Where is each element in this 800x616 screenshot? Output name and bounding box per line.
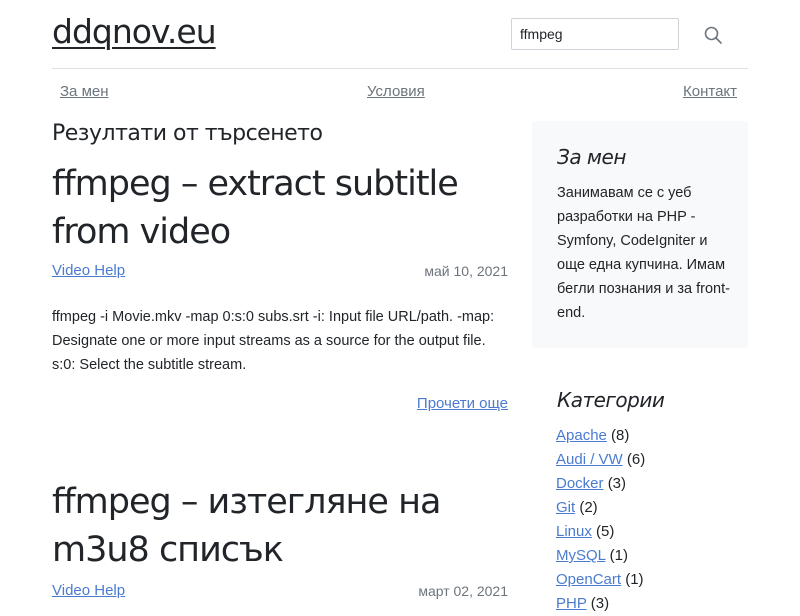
- category-link-docker[interactable]: Docker: [556, 475, 604, 492]
- search-button[interactable]: [696, 18, 730, 52]
- post-title-1[interactable]: ffmpeg – extract subtitle from video: [52, 160, 508, 256]
- post-category-link-2[interactable]: Video Help: [52, 582, 125, 599]
- category-count: (8): [611, 427, 630, 444]
- site-title-link[interactable]: ddqnov.eu: [52, 12, 217, 51]
- category-item: Linux (5): [556, 520, 645, 544]
- category-item: PHP (3): [556, 592, 645, 616]
- nav-link-about[interactable]: За мен: [60, 83, 109, 100]
- category-item: Docker (3): [556, 472, 645, 496]
- category-link-mysql[interactable]: MySQL: [556, 547, 605, 564]
- about-text: Занимавам се с уеб разработки на PHP - S…: [557, 185, 730, 321]
- category-link-audi-vw[interactable]: Audi / VW: [556, 451, 623, 468]
- category-item: Audi / VW (6): [556, 448, 645, 472]
- search-input[interactable]: [511, 18, 679, 50]
- read-more-link-1[interactable]: Прочети още: [417, 395, 508, 412]
- search-icon: [704, 26, 722, 44]
- nav-link-contact[interactable]: Контакт: [683, 83, 737, 100]
- category-item: OpenCart (1): [556, 568, 645, 592]
- category-count: (2): [579, 499, 598, 516]
- post-category-link-1[interactable]: Video Help: [52, 262, 125, 279]
- category-item: Apache (8): [556, 424, 645, 448]
- search-results-heading: Резултати от търсенето: [52, 121, 323, 146]
- header-divider: [52, 68, 748, 69]
- category-count: (5): [596, 523, 615, 540]
- categories-heading: Категории: [557, 388, 665, 412]
- category-link-linux[interactable]: Linux: [556, 523, 592, 540]
- category-item: MySQL (1): [556, 544, 645, 568]
- nav-link-terms[interactable]: Условия: [367, 83, 425, 100]
- post-title-2[interactable]: ffmpeg – изтегляне на m3u8 списък: [52, 478, 508, 574]
- about-heading: За мен: [557, 145, 626, 169]
- category-count: (1): [625, 571, 644, 588]
- category-count: (6): [626, 451, 646, 468]
- category-item: Git (2): [556, 496, 645, 520]
- category-link-opencart[interactable]: OpenCart: [556, 571, 621, 588]
- category-link-php[interactable]: PHP: [556, 595, 587, 612]
- category-count: (3): [590, 595, 610, 612]
- category-count: (1): [609, 547, 628, 564]
- categories-list: Apache (8) Audi / VW (6) Docker (3) Git …: [556, 424, 645, 616]
- category-link-apache[interactable]: Apache: [556, 427, 607, 444]
- post-excerpt-1: ffmpeg -i Movie.mkv -map 0:s:0 subs.srt …: [52, 309, 495, 373]
- category-link-git[interactable]: Git: [556, 499, 575, 516]
- category-count: (3): [607, 475, 627, 492]
- post-date-1: май 10, 2021: [424, 263, 508, 279]
- post-date-2: март 02, 2021: [418, 583, 508, 599]
